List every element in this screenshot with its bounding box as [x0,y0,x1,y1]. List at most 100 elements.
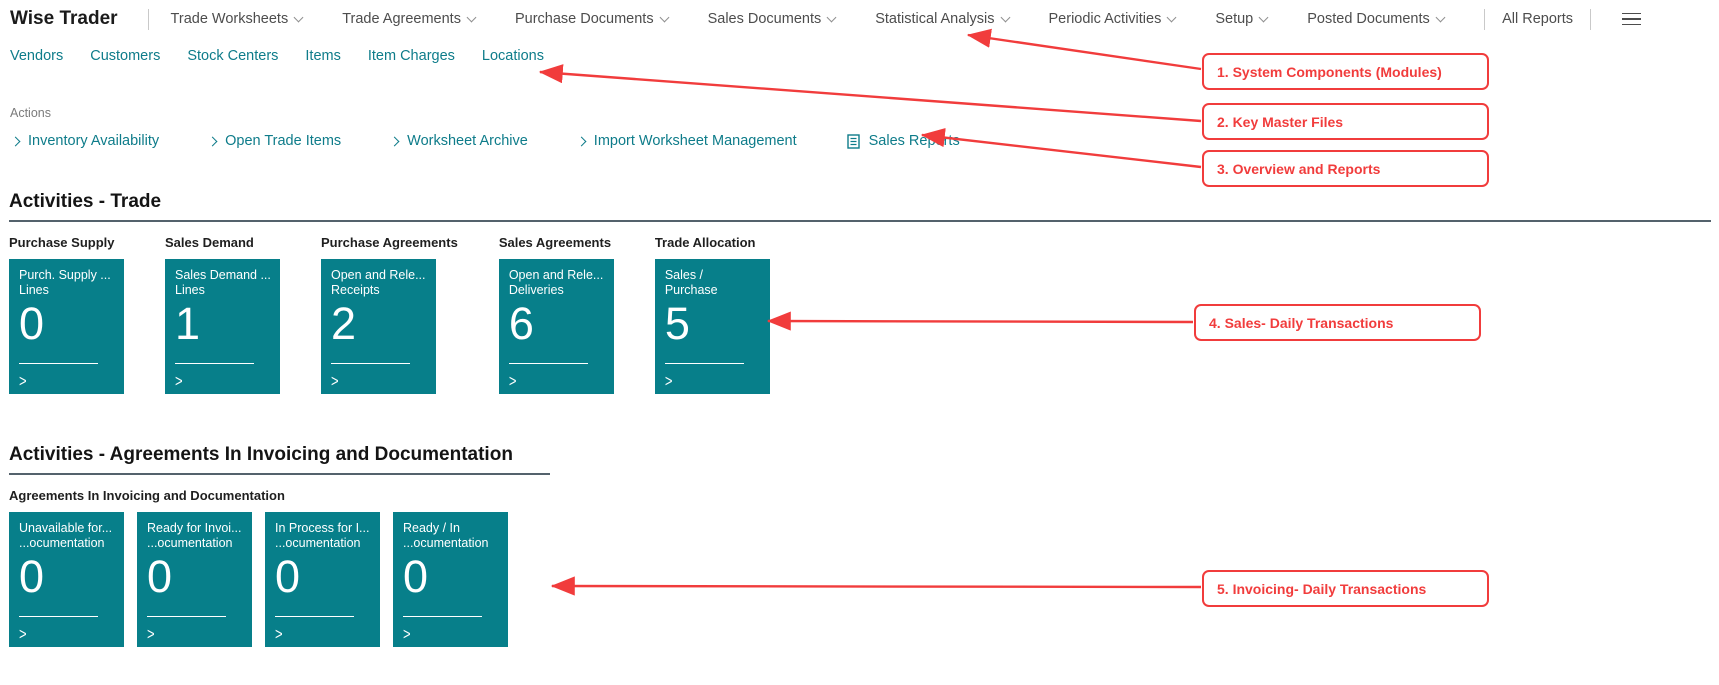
action-import-worksheet-management[interactable]: Import Worksheet Management [578,133,797,149]
action-worksheet-archive[interactable]: Worksheet Archive [391,133,528,149]
tile-title-line2: ...ocumentation [19,536,116,551]
tile-underline [19,616,98,617]
tile-underline [509,363,588,364]
chevron-right-icon [11,136,21,146]
nav-right-section: All Reports [1467,7,1641,32]
section-divider [9,220,1711,222]
tile-value: 5 [665,300,762,347]
cue-tile-sales-purchase[interactable]: Sales / Purchase 5 > [655,259,770,394]
tile-underline [175,363,254,364]
nav-divider [1590,9,1591,30]
tile-value: 0 [19,553,116,600]
cue-tile-open-released-receipts[interactable]: Open and Rele... Receipts 2 > [321,259,436,394]
all-reports-link[interactable]: All Reports [1502,11,1573,27]
chevron-down-icon [1435,12,1445,22]
tile-title-line1: Open and Rele... [331,268,428,283]
chevron-down-icon [1259,12,1269,22]
tile-title-line1: Sales / [665,268,762,283]
tile-title-line1: In Process for I... [275,521,372,536]
tile-title-line2: Lines [19,283,116,298]
action-label: Import Worksheet Management [594,133,797,149]
chevron-right-icon: > [665,371,673,391]
cue-tile-ready-in-documentation[interactable]: Ready / In ...ocumentation 0 > [393,512,508,647]
cue-tile-sales-demand-lines[interactable]: Sales Demand ... Lines 1 > [165,259,280,394]
nav-divider [148,9,149,30]
tile-title-line1: Purch. Supply ... [19,268,116,283]
menu-label: Posted Documents [1307,11,1430,27]
menu-setup[interactable]: Setup [1215,11,1267,27]
section-activities-invoicing: Activities - Agreements In Invoicing and… [0,444,1719,647]
chevron-down-icon [827,12,837,22]
link-vendors[interactable]: Vendors [10,48,63,64]
action-open-trade-items[interactable]: Open Trade Items [209,133,341,149]
link-item-charges[interactable]: Item Charges [368,48,455,64]
top-navigation-bar: Wise Trader Trade Worksheets Trade Agree… [0,0,1719,38]
cue-group-caption: Agreements In Invoicing and Documentatio… [9,488,508,503]
annotation-invoicing-daily-transactions: 5. Invoicing- Daily Transactions [1202,570,1489,607]
chevron-right-icon: > [509,371,517,391]
tile-value: 0 [403,553,500,600]
action-label: Worksheet Archive [407,133,528,149]
chevron-right-icon: > [19,371,27,391]
chevron-right-icon: > [331,371,339,391]
tile-title-line2: Receipts [331,283,428,298]
action-inventory-availability[interactable]: Inventory Availability [12,133,159,149]
menu-trade-worksheets[interactable]: Trade Worksheets [171,11,303,27]
chevron-right-icon [576,136,586,146]
tile-value: 0 [19,300,116,347]
cue-group-purchase-agreements: Purchase Agreements Open and Rele... Rec… [321,235,458,394]
tile-underline [331,363,410,364]
annotation-sales-daily-transactions: 4. Sales- Daily Transactions [1194,304,1481,341]
tile-value: 6 [509,300,606,347]
action-sales-reports[interactable]: Sales Reports [847,133,960,149]
menu-purchase-documents[interactable]: Purchase Documents [515,11,668,27]
tile-title-line2: ...ocumentation [275,536,372,551]
menu-statistical-analysis[interactable]: Statistical Analysis [875,11,1008,27]
cue-tile-in-process-for-invoicing[interactable]: In Process for I... ...ocumentation 0 > [265,512,380,647]
link-locations[interactable]: Locations [482,48,544,64]
cue-tile-unavailable-for-documentation[interactable]: Unavailable for... ...ocumentation 0 > [9,512,124,647]
menu-sales-documents[interactable]: Sales Documents [708,11,836,27]
cue-tile-open-released-deliveries[interactable]: Open and Rele... Deliveries 6 > [499,259,614,394]
chevron-down-icon [659,12,669,22]
menu-label: Trade Worksheets [171,11,289,27]
section-activities-trade: Activities - Trade Purchase Supply Purch… [0,191,1719,394]
tile-value: 2 [331,300,428,347]
chevron-down-icon [294,12,304,22]
tile-title-line1: Sales Demand ... [175,268,272,283]
chevron-right-icon: > [19,624,27,644]
chevron-down-icon [467,12,477,22]
chevron-right-icon [390,136,400,146]
cue-group-sales-agreements: Sales Agreements Open and Rele... Delive… [499,235,614,394]
link-stock-centers[interactable]: Stock Centers [187,48,278,64]
cue-group-caption: Trade Allocation [655,235,770,250]
cue-group-caption: Sales Agreements [499,235,614,250]
tile-title-line2: Lines [175,283,272,298]
tile-value: 0 [147,553,244,600]
section-title: Activities - Agreements In Invoicing and… [9,444,1719,466]
cue-group-sales-demand: Sales Demand Sales Demand ... Lines 1 > [165,235,280,394]
link-items[interactable]: Items [305,48,340,64]
tile-title-line2: Purchase [665,283,762,298]
app-title: Wise Trader [10,8,118,30]
cue-tile-ready-for-invoicing[interactable]: Ready for Invoi... ...ocumentation 0 > [137,512,252,647]
cue-group-agreements-invoicing: Agreements In Invoicing and Documentatio… [9,488,508,647]
annotation-overview-reports: 3. Overview and Reports [1202,150,1489,187]
menu-trade-agreements[interactable]: Trade Agreements [342,11,475,27]
hamburger-menu-icon[interactable] [1622,7,1641,32]
nav-divider [1484,9,1485,30]
annotation-system-components: 1. System Components (Modules) [1202,53,1489,90]
chevron-right-icon: > [275,624,283,644]
menu-label: Statistical Analysis [875,11,994,27]
menu-periodic-activities[interactable]: Periodic Activities [1049,11,1176,27]
menu-label: Periodic Activities [1049,11,1162,27]
report-icon [847,134,860,149]
tile-underline [275,616,354,617]
tile-underline [147,616,226,617]
link-customers[interactable]: Customers [90,48,160,64]
menu-posted-documents[interactable]: Posted Documents [1307,11,1444,27]
cue-tile-purch-supply-lines[interactable]: Purch. Supply ... Lines 0 > [9,259,124,394]
cue-group-trade-allocation: Trade Allocation Sales / Purchase 5 > [655,235,770,394]
tile-value: 0 [275,553,372,600]
chevron-right-icon: > [175,371,183,391]
